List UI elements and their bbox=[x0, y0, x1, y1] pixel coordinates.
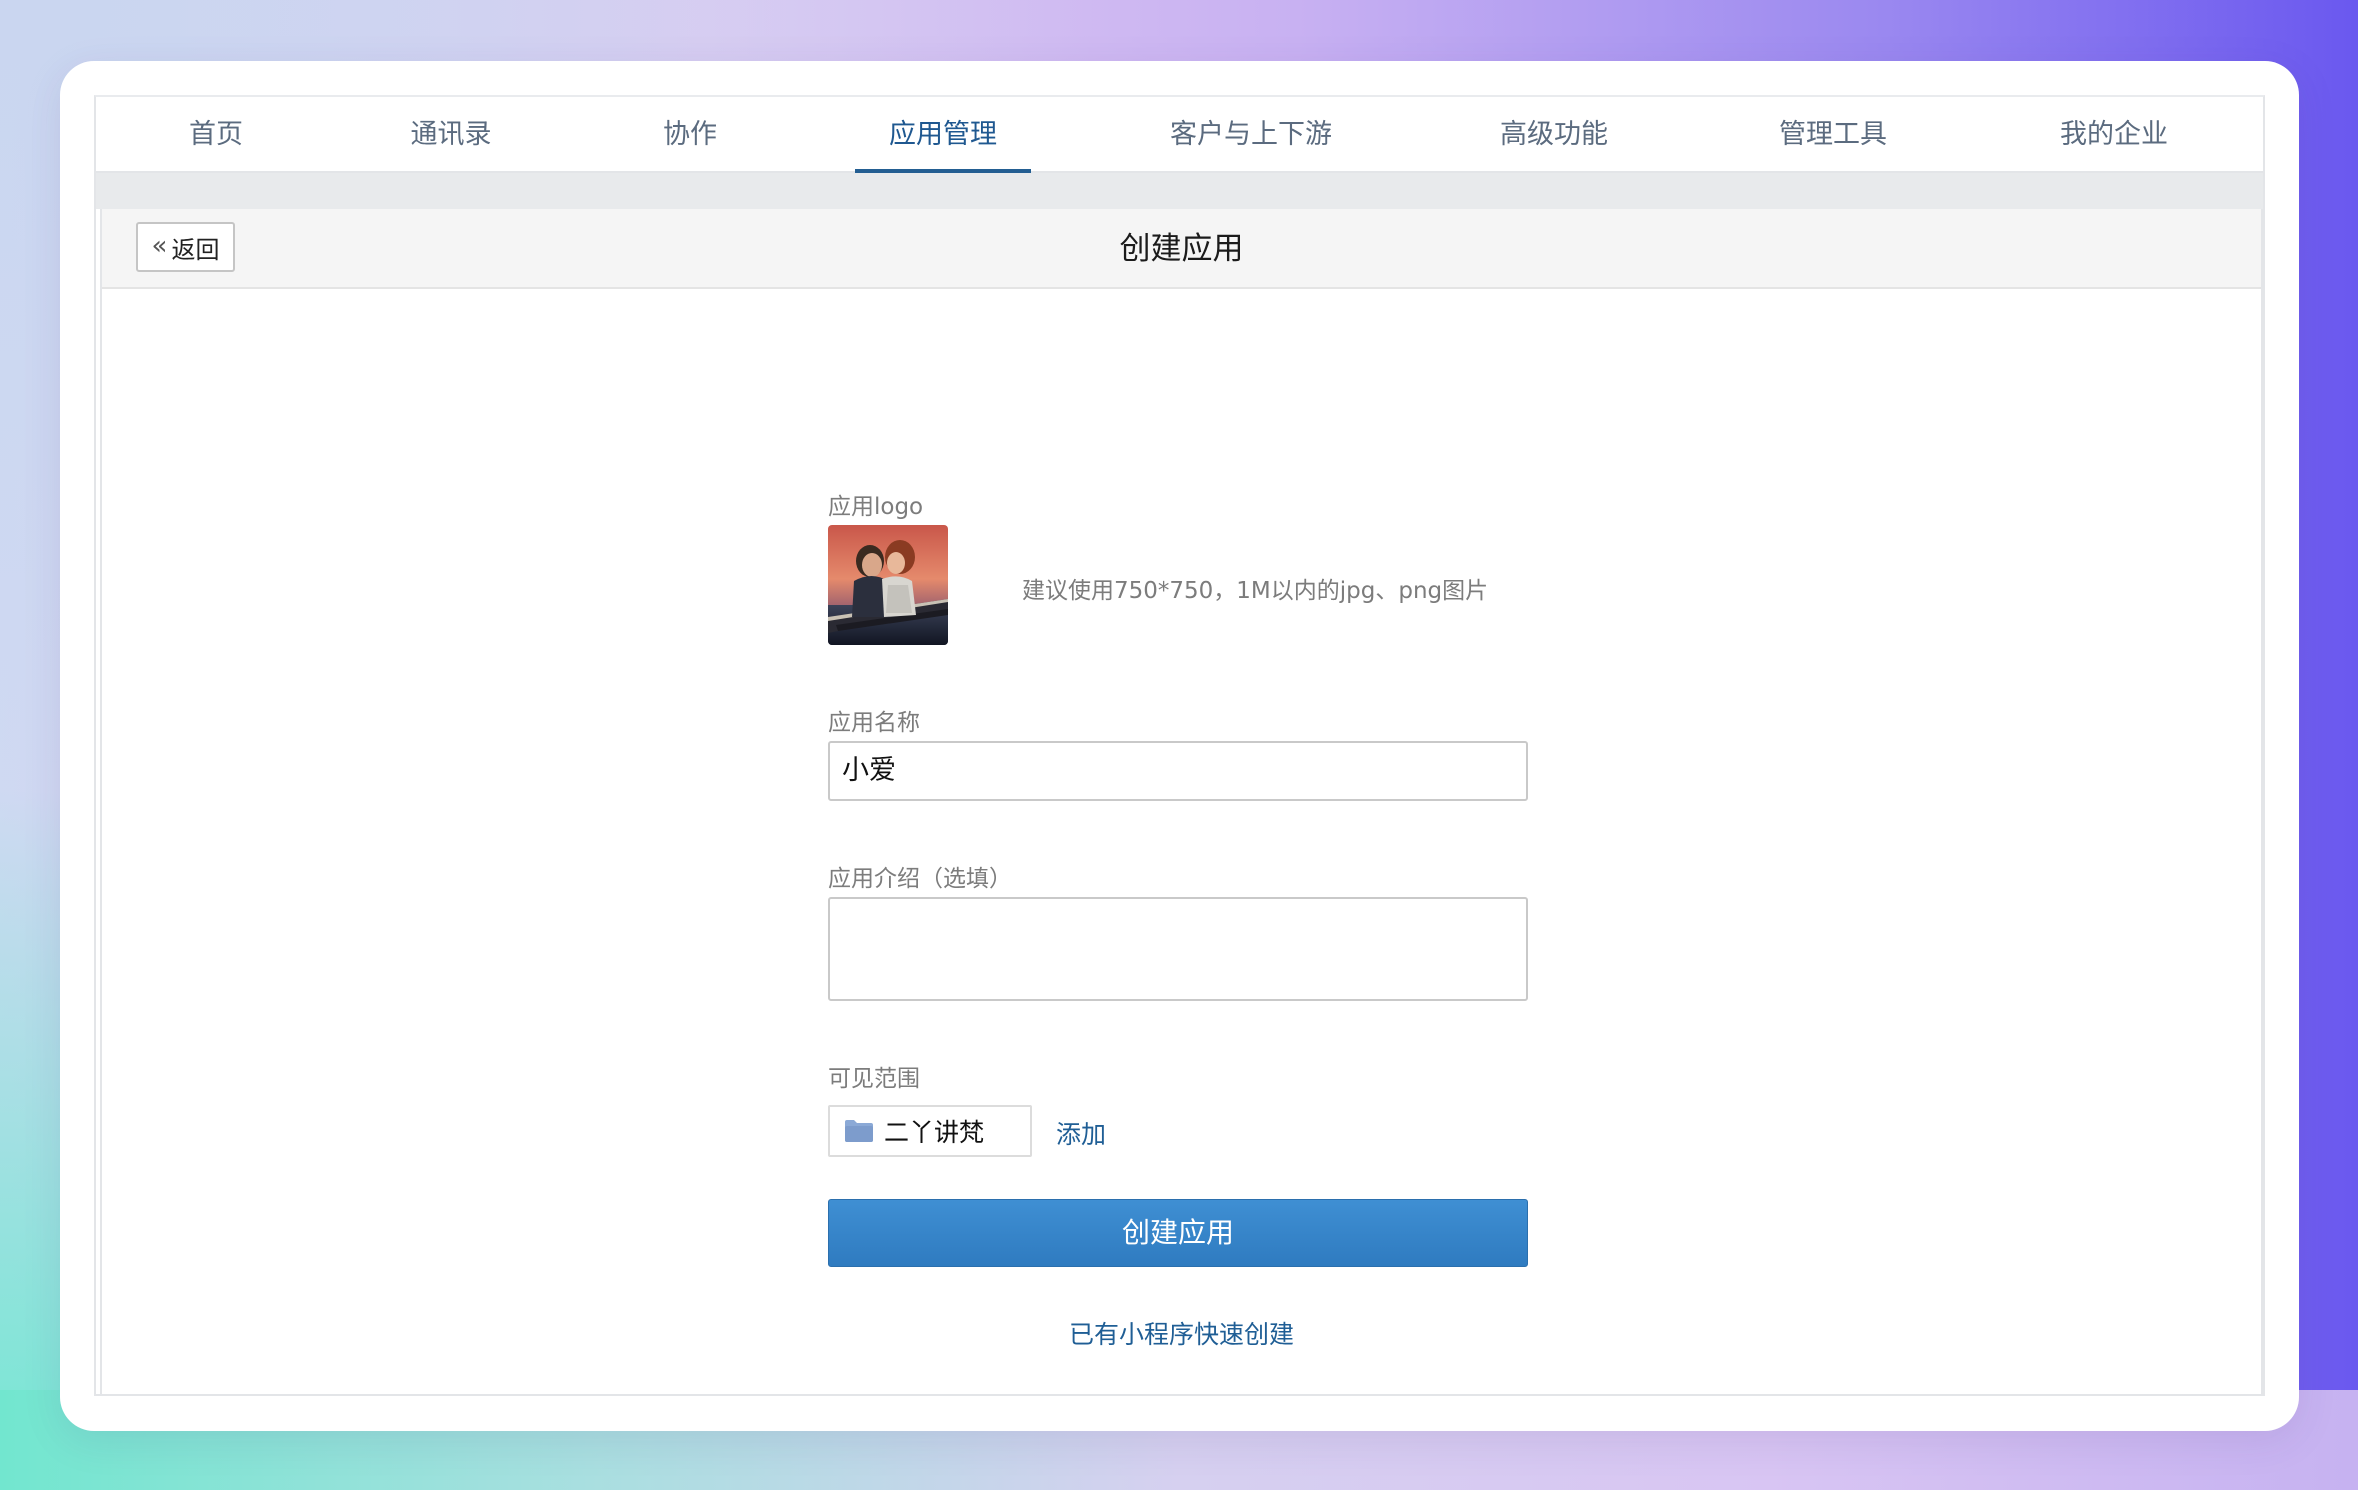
nav-item-home[interactable]: 首页 bbox=[176, 97, 256, 173]
app-name-input[interactable]: 小爱 bbox=[828, 741, 1528, 801]
panel-header: 创建应用 « 返回 bbox=[102, 209, 2261, 289]
miniapp-quick-create-link[interactable]: 已有小程序快速创建 bbox=[102, 1315, 2261, 1351]
visibility-scope-tag: 二丫讲梵 bbox=[828, 1105, 1032, 1157]
window-card: 首页 通讯录 协作 应用管理 客户与上下游 高级功能 管理工具 我的企业 创建应… bbox=[60, 61, 2299, 1431]
nav-item-contacts[interactable]: 通讯录 bbox=[396, 97, 506, 173]
nav-item-collaboration[interactable]: 协作 bbox=[650, 97, 730, 173]
nav-item-my-enterprise[interactable]: 我的企业 bbox=[2049, 97, 2179, 173]
name-label: 应用名称 bbox=[828, 710, 920, 736]
admin-frame: 首页 通讯录 协作 应用管理 客户与上下游 高级功能 管理工具 我的企业 创建应… bbox=[94, 95, 2265, 1396]
logo-hint-text: 建议使用750*750，1M以内的jpg、png图片 bbox=[1022, 578, 1489, 604]
nav-item-admin-tools[interactable]: 管理工具 bbox=[1768, 97, 1898, 173]
create-app-panel: 创建应用 « 返回 应用logo 建议使用750*750，1M以内的jpg、pn… bbox=[100, 209, 2263, 1394]
description-label: 应用介绍（选填） bbox=[828, 866, 1012, 892]
app-description-textarea[interactable] bbox=[828, 897, 1528, 1001]
back-button-label: 返回 bbox=[171, 235, 220, 264]
page-title: 创建应用 bbox=[1119, 231, 1244, 267]
nav-item-advanced-features[interactable]: 高级功能 bbox=[1489, 97, 1619, 173]
logo-label: 应用logo bbox=[828, 494, 924, 520]
back-button[interactable]: « 返回 bbox=[136, 222, 235, 272]
folder-icon bbox=[844, 1119, 874, 1143]
nav-spacer bbox=[96, 173, 2263, 209]
top-nav: 首页 通讯录 协作 应用管理 客户与上下游 高级功能 管理工具 我的企业 bbox=[96, 97, 2263, 174]
nav-item-app-management[interactable]: 应用管理 bbox=[855, 97, 1031, 174]
visibility-scope-name: 二丫讲梵 bbox=[884, 1118, 985, 1147]
nav-item-customers-partners[interactable]: 客户与上下游 bbox=[1156, 97, 1346, 173]
double-chevron-left-icon: « bbox=[151, 230, 168, 261]
create-app-button[interactable]: 创建应用 bbox=[828, 1199, 1528, 1267]
visibility-label: 可见范围 bbox=[828, 1066, 920, 1092]
add-visibility-link[interactable]: 添加 bbox=[1056, 1115, 1106, 1151]
app-logo-image[interactable] bbox=[828, 525, 948, 645]
